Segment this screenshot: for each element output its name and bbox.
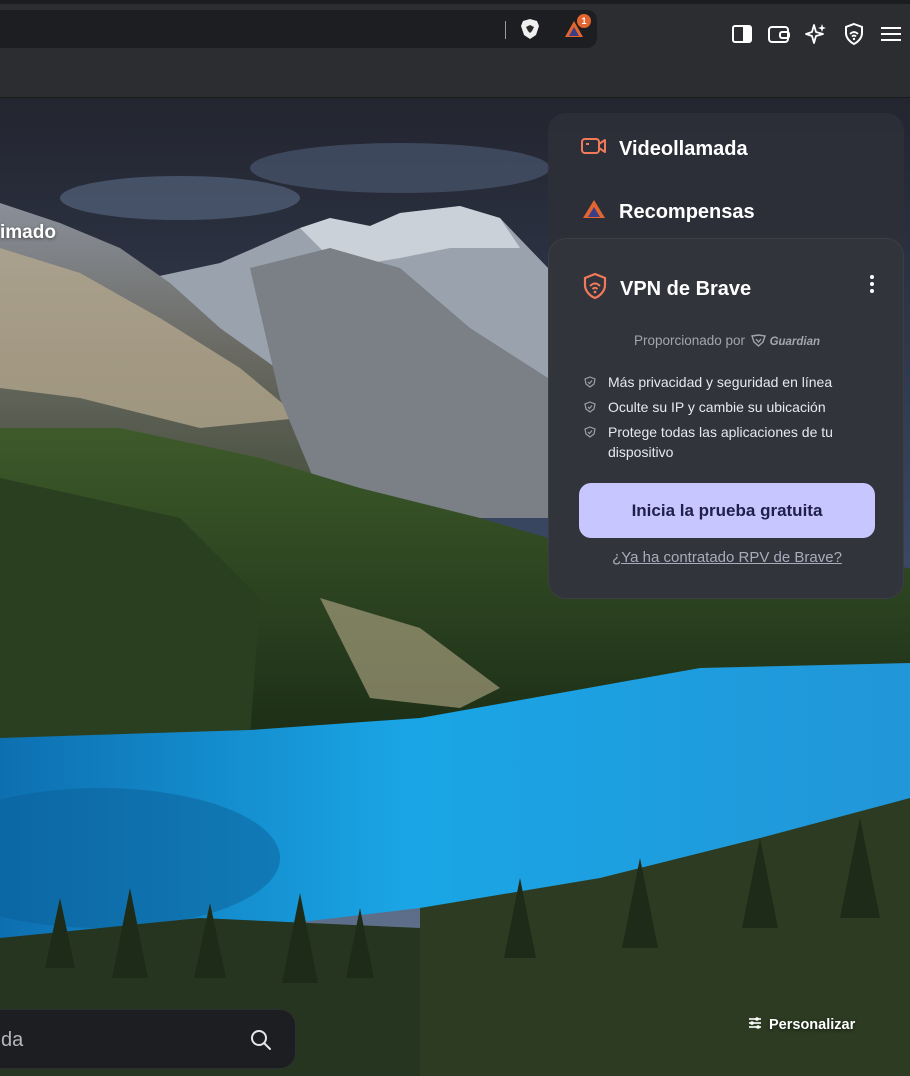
shield-check-icon — [584, 401, 596, 413]
vpn-title-text: VPN de Brave — [620, 277, 752, 300]
provided-by: Proporcionado por Guardian — [549, 333, 905, 348]
rewards-badge: 1 — [577, 14, 591, 28]
vpn-shield-icon — [582, 272, 608, 306]
shield-check-icon — [584, 426, 596, 438]
sliders-icon — [747, 1015, 763, 1035]
vpn-title: VPN de Brave — [582, 272, 751, 306]
video-camera-icon — [581, 135, 607, 163]
list-item: Protege todas las aplicaciones de tu dis… — [584, 422, 874, 462]
ntp-widget-panel: Videollamada Recompensas VPN de Brave Pr… — [548, 113, 904, 599]
already-purchased-link[interactable]: ¿Ya ha contratado RPV de Brave? — [549, 549, 905, 566]
stats-label: imado — [0, 222, 56, 243]
rewards-widget[interactable]: Recompensas — [581, 198, 755, 226]
customize-label: Personalizar — [769, 1017, 856, 1033]
rewards-triangle-icon — [581, 198, 607, 226]
bookmarks-bar — [0, 62, 910, 98]
menu-icon[interactable] — [879, 22, 903, 46]
feature-text: Más privacidad y seguridad en línea — [608, 374, 833, 390]
rewards-label: Recompensas — [619, 200, 755, 223]
feature-text: Protege todas las aplicaciones de tu dis… — [608, 424, 833, 460]
leo-ai-icon[interactable] — [804, 22, 828, 46]
search-box[interactable]: da — [0, 1009, 296, 1069]
video-call-label: Videollamada — [619, 137, 748, 160]
sidebar-icon[interactable] — [730, 22, 754, 46]
browser-toolbar: 1 — [0, 0, 910, 62]
vpn-card: VPN de Brave Proporcionado por Guardian … — [548, 238, 904, 599]
provided-by-label: Proporcionado por — [633, 333, 746, 348]
feature-text: Oculte su IP y cambie su ubicación — [608, 399, 826, 415]
search-icon[interactable] — [249, 1028, 273, 1052]
wallet-icon[interactable] — [767, 22, 791, 46]
vpn-features-list: Más privacidad y seguridad en línea Ocul… — [584, 372, 874, 467]
list-item: Más privacidad y seguridad en línea — [584, 372, 874, 392]
guardian-logo-text: Guardian — [769, 336, 821, 348]
urlbar-divider — [505, 21, 506, 39]
brave-shields-icon[interactable] — [519, 18, 541, 40]
customize-button[interactable]: Personalizar — [747, 1014, 855, 1036]
guardian-logo-icon — [749, 333, 770, 348]
address-bar[interactable]: 1 — [0, 10, 597, 48]
start-free-trial-button[interactable]: Inicia la prueba gratuita — [579, 483, 875, 538]
more-options-icon[interactable] — [863, 273, 881, 295]
list-item: Oculte su IP y cambie su ubicación — [584, 397, 874, 417]
search-placeholder: da — [1, 1029, 24, 1051]
shield-check-icon — [584, 376, 596, 388]
vpn-icon[interactable] — [842, 22, 866, 46]
video-call-widget[interactable]: Videollamada — [581, 135, 748, 163]
